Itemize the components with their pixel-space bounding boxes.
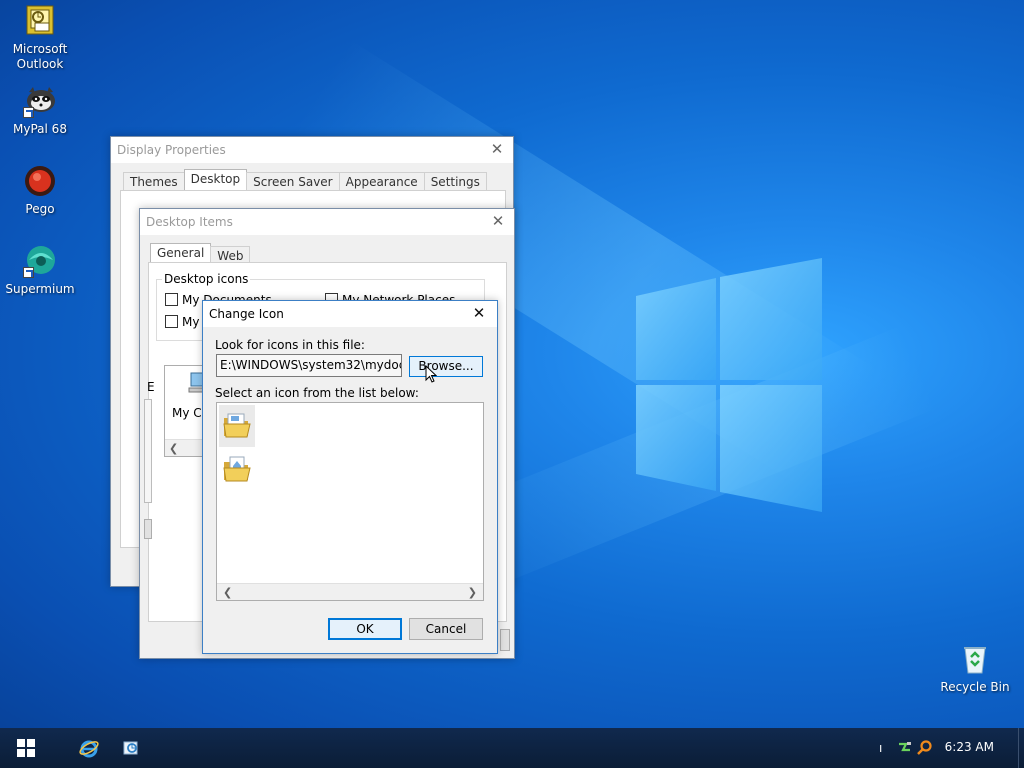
display-properties-tabs: Themes Desktop Screen Saver Appearance S… [123,169,487,191]
scroll-right-icon[interactable]: ❯ [468,586,477,599]
shortcut-arrow-icon [23,107,34,118]
desktop-icon-label: Recycle Bin [940,680,1010,694]
tab-themes[interactable]: Themes [123,172,185,191]
icon-list-item[interactable] [219,449,255,491]
desktop-icon-label: Pego [25,202,55,216]
group-label: Desktop icons [162,272,251,286]
start-button[interactable] [0,728,52,768]
hidden-button[interactable] [144,519,152,539]
mypal-icon [23,84,57,118]
scroll-left-icon[interactable]: ❮ [223,586,232,599]
tab-appearance[interactable]: Appearance [338,172,425,191]
outlook-icon [23,4,57,38]
windows-logo-wallpaper [636,258,822,512]
desktop-icon-mypal[interactable]: MyPal 68 [0,84,80,137]
folder-home-icon [223,456,251,482]
desktop-icon-outlook[interactable]: Microsoft Outlook [0,4,80,72]
taskbar: ı 6:23 AM [0,728,1024,768]
change-icon-dialog: Change Icon ✕ Look for icons in this fil… [202,300,498,654]
supermium-icon [23,244,57,278]
browse-button[interactable]: Browse... [409,356,483,377]
tray-search[interactable] [914,728,934,768]
hidden-control [144,399,152,503]
my-computer-checkbox[interactable] [165,315,178,328]
folder-documents-icon [223,413,251,438]
internet-explorer-icon [79,740,99,758]
change-icon-titlebar[interactable]: Change Icon ✕ [203,301,497,327]
desktop-icon-label: Supermium [5,282,75,296]
hidden-button[interactable] [500,629,510,651]
tray-network[interactable] [896,728,914,768]
close-icon[interactable]: ✕ [471,305,487,321]
my-documents-checkbox[interactable] [165,293,178,306]
show-desktop-button[interactable] [1018,728,1024,768]
recycle-bin-icon [958,642,992,676]
desktop-icon-label: Microsoft Outlook [12,42,68,71]
window-title: Desktop Items [146,215,233,229]
taskbar-internet-explorer[interactable] [72,728,106,768]
search-tray-icon [917,740,932,755]
tab-screen-saver[interactable]: Screen Saver [246,172,340,191]
taskbar-outlook-express[interactable] [114,728,148,768]
desktop-icon-supermium[interactable]: Supermium [0,244,80,297]
window-title: Change Icon [209,307,284,321]
desktop-icon-pego[interactable]: Pego [0,164,80,217]
window-title: Display Properties [117,143,226,157]
desktop-icon-label: MyPal 68 [13,122,67,136]
shortcut-arrow-icon [23,267,34,278]
desktop-icon-recycle-bin[interactable]: Recycle Bin [935,642,1015,695]
tray-overflow-marker: ı [879,741,883,755]
icon-list[interactable]: ❮ ❯ [216,402,484,601]
ok-button[interactable]: OK [328,618,402,640]
close-icon[interactable]: ✕ [490,213,506,229]
desktop-items-titlebar[interactable]: Desktop Items ✕ [140,209,514,235]
pego-icon [23,164,57,198]
tab-settings[interactable]: Settings [423,172,487,191]
cancel-button[interactable]: Cancel [409,618,483,640]
close-icon[interactable]: ✕ [489,141,505,157]
mouse-cursor-icon [425,365,437,383]
file-path-field[interactable]: E:\WINDOWS\system32\mydocs.dll [216,354,402,377]
icon-list-hscroll[interactable]: ❮ ❯ [217,583,483,600]
icon-list-item-selected[interactable] [219,405,255,447]
network-tray-icon [899,742,911,752]
select-icon-label: Select an icon from the list below: [215,386,419,400]
partial-label: E [147,380,155,394]
windows-start-icon [17,739,35,757]
outlook-express-icon [123,741,138,755]
tab-desktop[interactable]: Desktop [183,169,248,191]
display-properties-titlebar[interactable]: Display Properties ✕ [111,137,513,163]
look-for-label: Look for icons in this file: [215,338,365,352]
checkbox-label: My [182,315,200,329]
taskbar-clock[interactable]: 6:23 AM [945,740,994,754]
